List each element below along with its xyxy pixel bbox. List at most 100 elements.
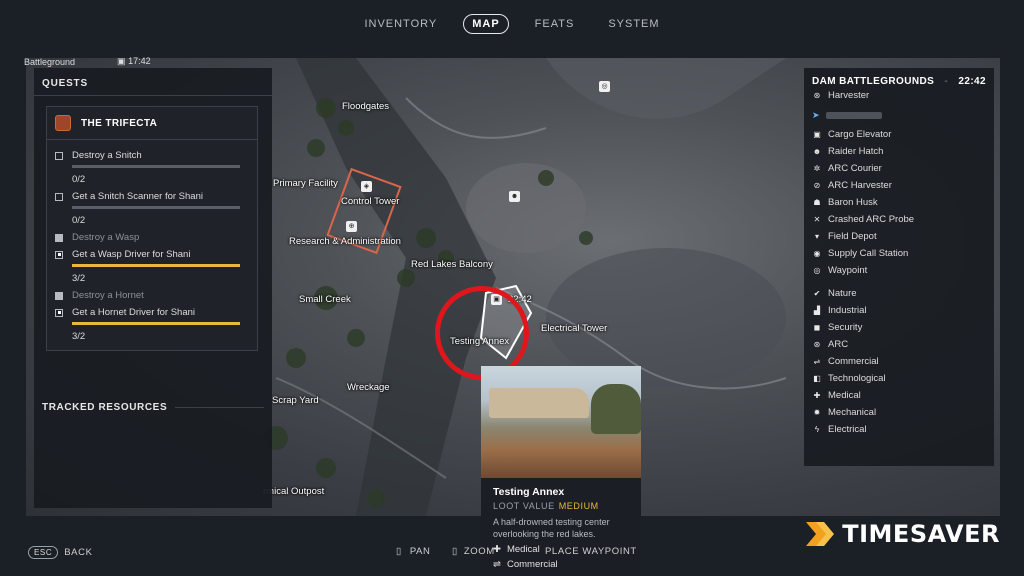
map-label-control-tower[interactable]: Control Tower <box>341 196 399 207</box>
quest-title: THE TRIFECTA <box>81 117 158 129</box>
quests-panel: QUESTS THE TRIFECTA Destroy a Snitch 0/2… <box>34 68 272 508</box>
map-legend-panel: DAM BATTLEGROUNDS - 22:42 ⊛ Harvester ➤ ▣… <box>804 68 994 466</box>
progress-bar <box>72 165 240 168</box>
legend-item-field-depot[interactable]: ▾ Field Depot <box>812 228 986 245</box>
location-photo <box>481 366 641 478</box>
timesaver-logo: TIMESAVER <box>806 520 1000 548</box>
legend-header: DAM BATTLEGROUNDS - 22:42 <box>812 76 986 87</box>
legend-item-cargo-elevator[interactable]: ▣ Cargo Elevator <box>812 126 986 143</box>
location-name: Testing Annex <box>493 486 565 498</box>
arc-probe-icon: ✕ <box>813 215 821 224</box>
legend-item-mechanical[interactable]: ✹ Mechanical <box>812 404 986 421</box>
industrial-icon: ▟ <box>813 306 821 315</box>
quest-header: THE TRIFECTA <box>47 107 257 140</box>
objective-count: 3/2 <box>72 331 86 342</box>
mouse-icon: ▯ <box>396 546 402 557</box>
back-control[interactable]: ESC BACK <box>28 546 93 559</box>
quest-card[interactable]: THE TRIFECTA Destroy a Snitch 0/2 Get a … <box>46 106 258 351</box>
arc-courier-icon: ✲ <box>813 164 821 173</box>
legend-item-crashed-arc-probe[interactable]: ✕ Crashed ARC Probe <box>812 211 986 228</box>
tab-system[interactable]: SYSTEM <box>600 15 667 33</box>
esc-key-icon: ESC <box>28 546 59 559</box>
legend-item-arc-courier[interactable]: ✲ ARC Courier <box>812 160 986 177</box>
objectives-list: Destroy a Snitch 0/2 Get a Snitch Scanne… <box>47 140 257 350</box>
waypoint-control: PLACE WAYPOINT <box>545 546 637 557</box>
supply-station-icon: ◉ <box>813 249 821 258</box>
harvester-icon: ⊛ <box>813 91 821 100</box>
objective-label: Get a Wasp Driver for Shani <box>72 249 191 260</box>
quest-giver-icon <box>55 115 71 131</box>
objective-label: Destroy a Snitch <box>72 150 142 161</box>
checked-box-icon <box>55 291 63 300</box>
commercial-icon: ⇌ <box>813 357 821 366</box>
poi-marker-icon[interactable]: ⊕ <box>346 221 357 232</box>
objective-label: Destroy a Wasp <box>72 232 140 243</box>
objective-count: 0/2 <box>72 174 86 185</box>
map-time: 22:42 <box>958 76 986 87</box>
map-label-research-admin[interactable]: Research & Administration <box>289 236 401 247</box>
mechanical-icon: ✹ <box>813 408 821 417</box>
objective-item: Destroy a Wasp <box>55 232 249 243</box>
legend-item-arc[interactable]: ⊛ ARC <box>812 336 986 353</box>
map-label-scrap-yard[interactable]: Scrap Yard <box>272 395 319 406</box>
objective-count: 0/2 <box>72 215 86 226</box>
map-label-small-creek[interactable]: Small Creek <box>299 294 351 305</box>
legend-item-baron-husk[interactable]: ☗ Baron Husk <box>812 194 986 211</box>
objective-label: Get a Snitch Scanner for Shani <box>72 191 203 202</box>
session-timer: ▣ 17:42 <box>117 56 151 66</box>
raider-hatch-icon: ☻ <box>812 147 822 156</box>
progress-bar <box>72 206 240 209</box>
objective-label: Get a Hornet Driver for Shani <box>72 307 196 318</box>
active-box-icon <box>55 308 63 317</box>
cargo-elevator-icon: ▣ <box>813 130 821 139</box>
clock-icon: ▣ <box>117 56 126 66</box>
legend-item-electrical[interactable]: ϟ Electrical <box>812 421 986 438</box>
map-label-wreckage[interactable]: Wreckage <box>347 382 390 393</box>
map-label-red-lakes[interactable]: Red Lakes Balcony <box>411 259 493 270</box>
session-status: Battleground ▣ 17:42 <box>24 56 151 67</box>
legend-item-supply-call-station[interactable]: ◉ Supply Call Station <box>812 245 986 262</box>
map-label-primary-facility[interactable]: Primary Facility <box>273 178 338 189</box>
map-name: DAM BATTLEGROUNDS <box>812 76 935 87</box>
loot-value: LOOT VALUE MEDIUM <box>493 501 599 511</box>
objective-item: Destroy a Hornet <box>55 290 249 301</box>
checkbox-icon <box>55 151 63 160</box>
arc-harvester-icon: ⊘ <box>813 181 821 190</box>
legend-item-nature[interactable]: ✔ Nature <box>812 285 986 302</box>
map-label-chemical-outpost[interactable]: rmical Outpost <box>263 486 324 497</box>
nature-icon: ✔ <box>813 289 821 298</box>
objective-count: 3/2 <box>72 273 86 284</box>
checkbox-icon <box>55 192 63 201</box>
electrical-icon: ϟ <box>814 425 820 434</box>
technological-icon: ◧ <box>813 374 821 383</box>
tab-inventory[interactable]: INVENTORY <box>356 15 445 33</box>
redacted-row: ➤ <box>812 104 986 126</box>
legend-item-industrial[interactable]: ▟ Industrial <box>812 302 986 319</box>
active-box-icon <box>55 250 63 259</box>
location-description: A half-drowned testing center overlookin… <box>493 517 610 539</box>
progress-bar <box>72 264 240 267</box>
tab-feats[interactable]: FEATS <box>527 15 583 33</box>
raider-hatch-icon[interactable]: ☻ <box>509 191 520 202</box>
chevron-logo-icon <box>806 522 835 546</box>
legend-item-commercial[interactable]: ⇌ Commercial <box>812 353 986 370</box>
mode-label: Battleground <box>24 56 76 67</box>
legend-item-raider-hatch[interactable]: ☻ Raider Hatch <box>812 143 986 160</box>
player-arrow-icon: ➤ <box>812 109 820 120</box>
tab-map[interactable]: MAP <box>463 14 509 34</box>
security-icon: ◼ <box>813 323 821 332</box>
pan-control: ▯ PAN <box>396 546 431 557</box>
legend-item-security[interactable]: ◼ Security <box>812 319 986 336</box>
map-label-floodgates[interactable]: Floodgates <box>342 101 389 112</box>
poi-marker-icon[interactable]: ◎ <box>599 81 610 92</box>
checked-box-icon <box>55 233 63 242</box>
objective-item: Destroy a Snitch 0/2 <box>55 150 249 185</box>
legend-item-medical[interactable]: ✚ Medical <box>812 387 986 404</box>
legend-item-technological[interactable]: ◧ Technological <box>812 370 986 387</box>
legend-item-waypoint[interactable]: ◎ Waypoint <box>812 262 986 279</box>
legend-item-arc-harvester[interactable]: ⊘ ARC Harvester <box>812 177 986 194</box>
objective-item: Get a Snitch Scanner for Shani 0/2 <box>55 191 249 226</box>
poi-marker-icon[interactable]: ◈ <box>361 181 372 192</box>
legend-item-harvester[interactable]: ⊛ Harvester <box>812 87 986 104</box>
map-label-electrical-tower[interactable]: Electrical Tower <box>541 323 607 334</box>
